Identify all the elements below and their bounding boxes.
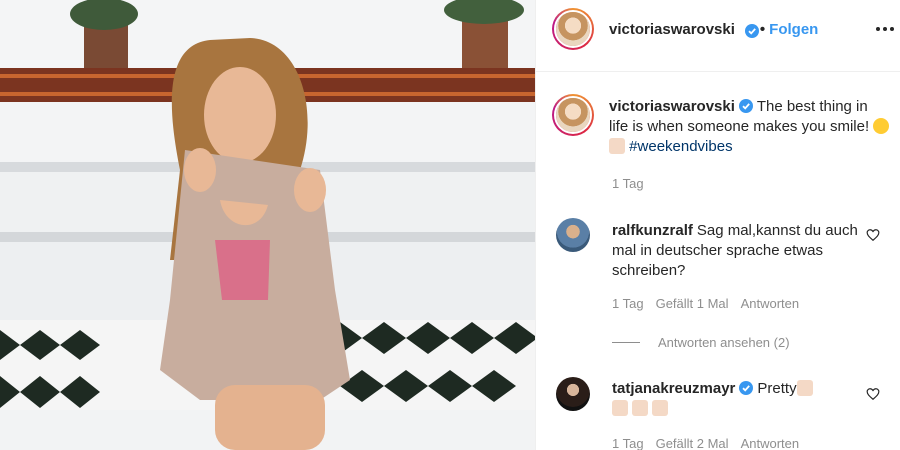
comment-item: tatjanakreuzmayr Pretty	[612, 379, 862, 419]
comment-meta: 1 Tag Gefällt 2 Mal Antworten	[612, 436, 799, 450]
post-caption: victoriaswarovski The best thing in life…	[609, 97, 891, 157]
hands-emoji	[796, 380, 813, 396]
hands-emoji	[632, 400, 649, 416]
comment-like-count[interactable]: Gefällt 2 Mal	[656, 436, 729, 450]
comment-like-count[interactable]: Gefällt 1 Mal	[656, 296, 729, 311]
post-image	[0, 0, 535, 450]
caption-author-avatar[interactable]	[552, 94, 594, 136]
view-replies-line	[612, 342, 640, 343]
view-replies-button[interactable]: Antworten ansehen (2)	[612, 335, 790, 350]
comment-username[interactable]: tatjanakreuzmayr	[612, 380, 735, 397]
caption-timestamp[interactable]: 1 Tag	[612, 176, 644, 191]
caption-author-username[interactable]: victoriaswarovski	[609, 98, 735, 115]
comment-text: Pretty	[757, 380, 797, 397]
smiling-face-emoji	[873, 118, 890, 134]
comment-meta: 1 Tag Gefällt 1 Mal Antworten	[612, 296, 799, 311]
hands-emoji	[652, 400, 669, 416]
comment-username[interactable]: ralfkunzralf	[612, 222, 693, 239]
heart-icon[interactable]	[866, 387, 880, 401]
follow-section: • Folgen	[760, 21, 818, 38]
verified-badge-icon	[744, 24, 759, 38]
comment-item: ralfkunzralf Sag mal,kannst du auch mal i…	[612, 221, 862, 281]
post-header: victoriaswarovski • Folgen	[536, 0, 900, 72]
follow-button[interactable]: Folgen	[769, 21, 818, 38]
comment-timestamp[interactable]: 1 Tag	[612, 296, 644, 311]
more-options-icon[interactable]	[873, 22, 897, 36]
comment-avatar[interactable]	[556, 218, 590, 252]
reply-button[interactable]: Antworten	[741, 296, 800, 311]
verified-badge-icon	[739, 381, 754, 395]
author-username[interactable]: victoriaswarovski	[609, 21, 735, 38]
comment-timestamp[interactable]: 1 Tag	[612, 436, 644, 450]
comment-avatar[interactable]	[556, 377, 590, 411]
follow-separator: •	[759, 21, 766, 38]
hands-emoji	[612, 400, 628, 416]
author-avatar[interactable]	[552, 8, 594, 50]
hands-emoji	[609, 138, 625, 154]
verified-badge-icon	[738, 99, 753, 113]
caption-hashtag[interactable]: #weekendvibes	[629, 138, 732, 155]
reply-button[interactable]: Antworten	[741, 436, 800, 450]
heart-icon[interactable]	[866, 228, 880, 242]
view-replies-label: Antworten ansehen (2)	[658, 335, 790, 350]
post-side-panel: victoriaswarovski • Folgen victoriaswarov…	[535, 0, 900, 450]
post-photo[interactable]	[0, 0, 535, 450]
